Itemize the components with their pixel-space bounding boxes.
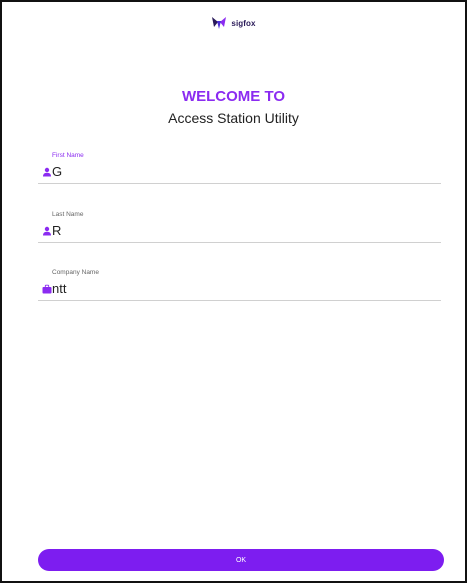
first-name-underline: [38, 183, 441, 184]
brand-name: sigfox: [231, 18, 256, 28]
welcome-heading: WELCOME TO: [181, 88, 286, 105]
company-name-underline: [38, 300, 441, 301]
last-name-input[interactable]: R: [52, 223, 61, 238]
sigfox-logo: sigfox: [2, 16, 465, 30]
sigfox-logo-icon: [212, 17, 227, 29]
app-window: sigfox WELCOME TO Access Station Utility…: [0, 0, 467, 583]
person-icon: [43, 167, 51, 177]
first-name-label: First Name: [52, 152, 84, 159]
person-icon: [43, 226, 51, 236]
company-name-label: Company Name: [52, 269, 99, 276]
briefcase-icon: [42, 284, 52, 294]
app-subtitle: Access Station Utility: [168, 110, 299, 126]
company-name-input[interactable]: ntt: [52, 281, 66, 296]
ok-button[interactable]: OK: [38, 549, 444, 571]
last-name-underline: [38, 242, 441, 243]
last-name-label: Last Name: [52, 211, 84, 218]
first-name-input[interactable]: G: [52, 164, 62, 179]
